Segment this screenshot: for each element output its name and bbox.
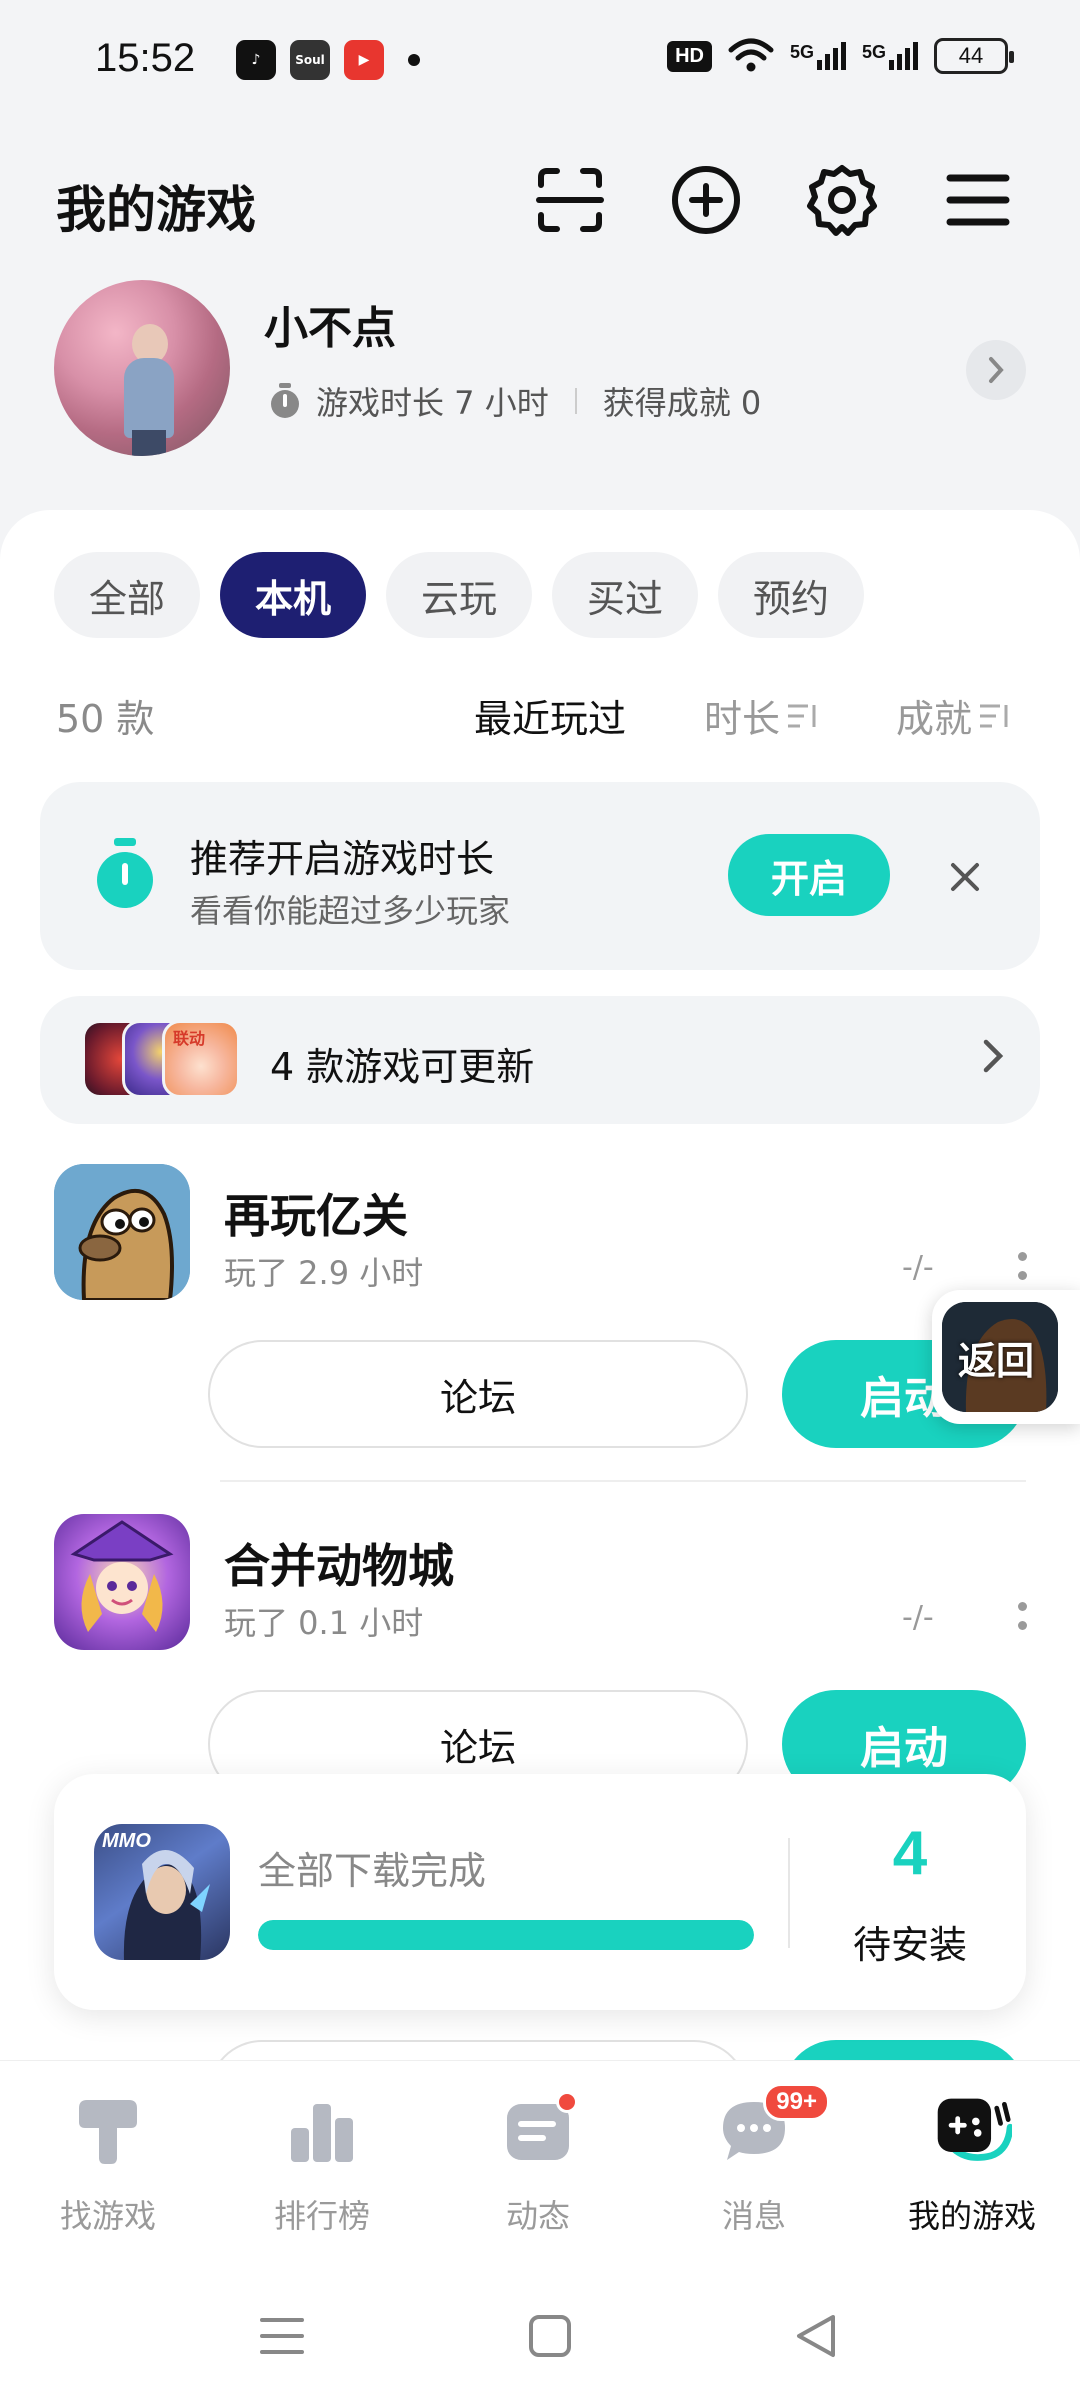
nav-label: 找游戏 <box>59 2197 156 2235</box>
stats-divider <box>574 388 577 414</box>
soul-icon: Soul <box>290 40 330 80</box>
tab-reserved[interactable]: 预约 <box>718 552 864 638</box>
status-time: 15:52 <box>95 36 196 80</box>
tab-local[interactable]: 本机 <box>220 552 366 638</box>
update-game-icon: 联动 <box>162 1020 240 1098</box>
sort-achievement[interactable]: 成就 <box>896 688 1012 743</box>
home-icon[interactable] <box>510 2296 590 2376</box>
tab-cloud[interactable]: 云玩 <box>386 552 532 638</box>
download-progress-fill <box>258 1920 754 1950</box>
recent-apps-icon[interactable] <box>242 2296 322 2376</box>
return-label: 返回 <box>958 1339 1035 1383</box>
sort-duration[interactable]: 时长 <box>704 688 820 743</box>
forum-button[interactable]: 论坛 <box>208 1340 748 1448</box>
download-progress-bar <box>258 1920 754 1950</box>
settings-icon[interactable] <box>802 160 882 240</box>
game-updates-card[interactable]: 联动 4 款游戏可更新 <box>40 996 1040 1124</box>
sort-order-icon <box>788 704 816 727</box>
playtime-text: 游戏时长 7 小时 <box>316 384 549 422</box>
battery-level: 44 <box>958 43 984 68</box>
download-status-panel[interactable]: MMO 全部下载完成 4 待安装 <box>54 1774 1026 2010</box>
notification-dot <box>556 2091 578 2113</box>
user-stats: 游戏时长 7 小时 获得成就 0 <box>268 378 761 424</box>
enable-playtime-button[interactable]: 开启 <box>728 834 890 916</box>
add-circle-icon[interactable] <box>666 160 746 240</box>
rankings-icon <box>282 2091 362 2171</box>
user-name[interactable]: 小不点 <box>264 292 396 356</box>
sort-recent-label: 最近玩过 <box>474 697 627 741</box>
game-rating: -/- <box>902 1250 934 1285</box>
signal-5g-icon-2: 5G <box>862 42 918 70</box>
my-games-icon <box>932 2091 1012 2171</box>
bottom-navigation: 找游戏 排行榜 动态 99+ 消息 我的游戏 <box>0 2060 1080 2260</box>
signal-5g-icon-1: 5G <box>790 42 846 70</box>
nav-label: 动态 <box>505 2197 570 2235</box>
recommend-title: 推荐开启游戏时长 <box>190 837 495 881</box>
nav-find-games[interactable]: 找游戏 <box>8 2091 208 2237</box>
page-title: 我的游戏 <box>56 181 256 239</box>
battery-icon: 44 <box>934 38 1014 74</box>
timer-icon <box>271 383 299 418</box>
game-playtime: 玩了 2.9 小时 <box>224 1254 424 1292</box>
mmo-label: MMO <box>102 1830 151 1852</box>
sort-order-icon <box>980 704 1008 727</box>
scan-icon[interactable] <box>530 160 610 240</box>
game-name[interactable]: 合并动物城 <box>224 1530 454 1596</box>
nav-label: 排行榜 <box>273 2197 370 2235</box>
downloaded-game-icon: MMO <box>94 1824 230 1960</box>
stopwatch-icon <box>92 838 158 914</box>
nav-label: 消息 <box>721 2197 786 2235</box>
game-rating: -/- <box>902 1600 934 1635</box>
tab-all[interactable]: 全部 <box>54 552 200 638</box>
status-indicators: HD 5G 5G 44 <box>667 38 1014 74</box>
games-count: 50 款 <box>56 697 155 741</box>
tiktok-icon: ♪ <box>236 40 276 80</box>
back-icon[interactable] <box>776 2296 856 2376</box>
floating-return-button[interactable]: 返回 <box>932 1290 1080 1424</box>
pending-install-label: 待安装 <box>852 1923 967 1967</box>
wifi-icon <box>728 38 774 72</box>
tab-purchased[interactable]: 买过 <box>552 552 698 638</box>
recommend-playtime-card: 推荐开启游戏时长 看看你能超过多少玩家 开启 <box>40 782 1040 970</box>
game-icon-zaiwanyiguan[interactable] <box>54 1164 190 1300</box>
achievements-text: 获得成就 0 <box>602 384 762 422</box>
updates-text: 4 款游戏可更新 <box>270 1045 535 1089</box>
status-notification-icons: ♪ Soul ▶ <box>236 40 420 80</box>
kuaishou-icon: ▶ <box>344 40 384 80</box>
sort-recent[interactable]: 最近玩过 <box>474 688 626 743</box>
sort-duration-label: 时长 <box>704 697 781 741</box>
game-icon-hebingdongwucheng[interactable] <box>54 1514 190 1650</box>
menu-icon[interactable] <box>938 160 1018 240</box>
download-status-text: 全部下载完成 <box>258 1849 487 1893</box>
filter-tabs: 全部 本机 云玩 买过 预约 <box>54 552 864 638</box>
feed-icon <box>498 2091 578 2171</box>
game-playtime: 玩了 0.1 小时 <box>224 1604 424 1642</box>
avatar[interactable] <box>54 280 230 456</box>
close-icon[interactable] <box>940 852 990 902</box>
find-games-icon <box>68 2091 148 2171</box>
divider <box>788 1838 790 1948</box>
recommend-subtitle: 看看你能超过多少玩家 <box>190 892 511 930</box>
more-options-icon[interactable] <box>1012 1602 1032 1630</box>
divider <box>220 1480 1026 1482</box>
nav-messages[interactable]: 99+ 消息 <box>654 2083 854 2237</box>
more-options-icon[interactable] <box>1012 1252 1032 1280</box>
pending-install-count: 4 <box>892 1819 928 1888</box>
hd-icon: HD <box>667 40 712 72</box>
system-navigation-bar <box>0 2260 1080 2400</box>
profile-chevron-right-icon[interactable] <box>966 340 1026 400</box>
messages-icon: 99+ <box>714 2083 830 2171</box>
status-bar: 15:52 ♪ Soul ▶ HD 5G 5G 44 <box>0 0 1080 130</box>
nav-rankings[interactable]: 排行榜 <box>222 2091 422 2237</box>
nav-feed[interactable]: 动态 <box>438 2091 638 2237</box>
collab-badge: 联动 <box>173 1029 206 1048</box>
nav-label: 我的游戏 <box>907 2197 1036 2235</box>
sort-achievement-label: 成就 <box>896 697 973 741</box>
message-count-badge: 99+ <box>763 2083 830 2121</box>
game-name[interactable]: 再玩亿关 <box>224 1180 408 1246</box>
update-game-icons: 联动 <box>82 1020 242 1100</box>
chevron-right-icon <box>980 1036 1006 1080</box>
nav-my-games[interactable]: 我的游戏 <box>872 2091 1072 2237</box>
more-notifications-dot <box>408 54 420 66</box>
